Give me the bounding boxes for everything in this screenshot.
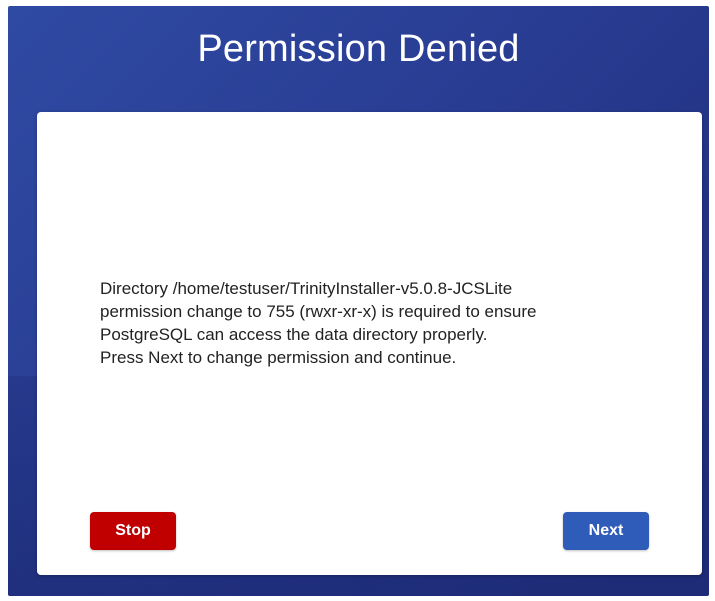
message-line: Press Next to change permission and cont… — [100, 348, 457, 367]
dialog-title: Permission Denied — [197, 28, 520, 70]
installer-window: Permission Denied Directory /home/testus… — [8, 6, 709, 596]
stop-button[interactable]: Stop — [90, 512, 176, 550]
message-line: permission change to 755 (rwxr-xr-x) is … — [100, 302, 537, 321]
dialog-message: Directory /home/testuser/TrinityInstalle… — [100, 277, 660, 369]
dialog-card: Directory /home/testuser/TrinityInstalle… — [37, 112, 702, 575]
message-line: PostgreSQL can access the data directory… — [100, 325, 488, 344]
message-line: Directory /home/testuser/TrinityInstalle… — [100, 279, 513, 298]
next-button[interactable]: Next — [563, 512, 649, 550]
